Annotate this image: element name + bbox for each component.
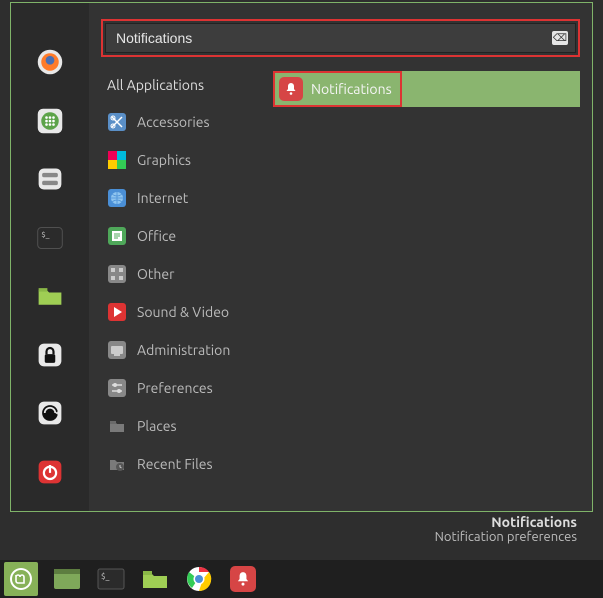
category-label: Graphics <box>137 152 191 168</box>
tooltip: Notifications Notification preferences <box>435 514 577 544</box>
result-notifications[interactable]: Notifications <box>273 71 580 107</box>
globe-icon <box>107 188 127 208</box>
search-input[interactable] <box>105 23 576 53</box>
recent-icon <box>107 454 127 474</box>
favorite-files[interactable] <box>34 281 66 312</box>
tooltip-title: Notifications <box>435 514 577 530</box>
category-label: Administration <box>137 342 230 358</box>
window-icon <box>53 567 81 591</box>
favorite-lock[interactable] <box>34 340 66 371</box>
favorite-power[interactable] <box>34 457 66 488</box>
result-label: Notifications <box>311 81 392 97</box>
clear-search-button[interactable]: ⌫ <box>552 31 568 45</box>
favorite-terminal[interactable]: $_ <box>34 223 66 254</box>
tooltip-description: Notification preferences <box>435 530 577 544</box>
category-label: Places <box>137 418 177 434</box>
category-label: Other <box>137 266 174 282</box>
terminal-icon: $_ <box>36 224 64 252</box>
bell-icon <box>230 566 256 592</box>
taskbar-chrome[interactable] <box>184 565 214 593</box>
favorite-logout[interactable] <box>34 398 66 429</box>
power-icon <box>36 458 64 486</box>
search-highlight-box: ⌫ <box>101 19 580 57</box>
svg-text:$_: $_ <box>41 231 49 239</box>
apps-grid-icon <box>36 107 64 135</box>
folder-icon <box>36 282 64 310</box>
svg-text:$_: $_ <box>101 572 110 581</box>
taskbar-notifications[interactable] <box>228 565 258 593</box>
bell-icon <box>279 77 303 101</box>
taskbar-terminal[interactable]: $_ <box>96 565 126 593</box>
scissors-icon <box>107 112 127 132</box>
category-label: Sound & Video <box>137 304 229 320</box>
category-recent-files[interactable]: Recent Files <box>101 445 269 483</box>
office-icon <box>107 226 127 246</box>
category-administration[interactable]: Administration <box>101 331 269 369</box>
disks-icon <box>36 165 64 193</box>
category-list: All Applications Accessories Graphics <box>101 67 269 501</box>
category-accessories[interactable]: Accessories <box>101 103 269 141</box>
menu-main: ⌫ All Applications Accessories Graphics <box>89 3 592 511</box>
results-panel: Notifications <box>273 67 580 501</box>
preferences-icon <box>107 378 127 398</box>
admin-icon <box>107 340 127 360</box>
play-icon <box>107 302 127 322</box>
category-all-applications[interactable]: All Applications <box>101 71 269 103</box>
favorite-disks[interactable] <box>34 164 66 195</box>
category-places[interactable]: Places <box>101 407 269 445</box>
taskbar: $_ <box>0 560 603 598</box>
favorites-sidebar: $_ <box>11 3 89 511</box>
category-label: Recent Files <box>137 456 213 472</box>
category-office[interactable]: Office <box>101 217 269 255</box>
result-highlight-box: Notifications <box>273 71 402 107</box>
category-other[interactable]: Other <box>101 255 269 293</box>
category-label: Preferences <box>137 380 213 396</box>
chrome-icon <box>186 566 212 592</box>
other-icon <box>107 264 127 284</box>
firefox-icon <box>36 48 64 76</box>
category-graphics[interactable]: Graphics <box>101 141 269 179</box>
taskbar-file-manager[interactable] <box>52 565 82 593</box>
favorite-apps[interactable] <box>34 106 66 137</box>
folder-icon <box>141 567 169 591</box>
category-internet[interactable]: Internet <box>101 179 269 217</box>
graphics-icon <box>107 150 127 170</box>
favorite-firefox[interactable] <box>34 47 66 78</box>
category-label: Internet <box>137 190 188 206</box>
terminal-icon: $_ <box>97 567 125 591</box>
category-label: Accessories <box>137 114 210 130</box>
logout-icon <box>36 399 64 427</box>
category-preferences[interactable]: Preferences <box>101 369 269 407</box>
category-label: Office <box>137 228 176 244</box>
taskbar-files[interactable] <box>140 565 170 593</box>
lock-icon <box>36 341 64 369</box>
application-menu: $_ <box>10 2 593 512</box>
mint-logo-icon <box>9 567 33 591</box>
folder-small-icon <box>107 416 127 436</box>
category-sound-video[interactable]: Sound & Video <box>101 293 269 331</box>
mint-menu-button[interactable] <box>4 562 38 596</box>
